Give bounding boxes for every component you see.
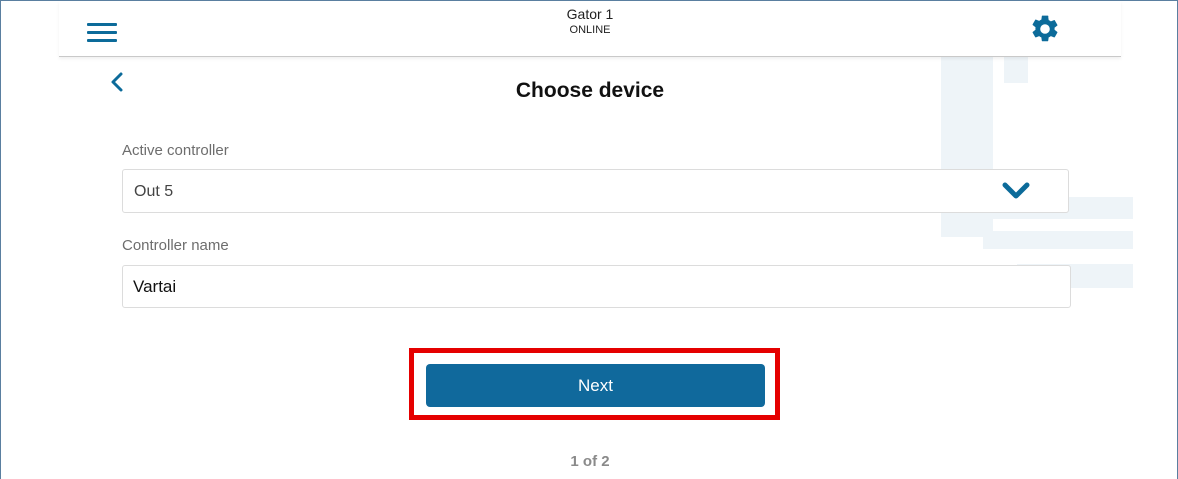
app-window: Gator 1 ONLINE Choose device Active cont…	[0, 0, 1178, 479]
device-name: Gator 1	[566, 6, 614, 22]
chevron-down-icon[interactable]	[1001, 180, 1031, 202]
top-bar: Gator 1 ONLINE	[59, 1, 1121, 57]
controller-name-input[interactable]	[122, 265, 1071, 308]
active-controller-label: Active controller	[122, 142, 229, 159]
device-header: Gator 1 ONLINE	[59, 6, 1121, 37]
step-indicator: 1 of 2	[570, 453, 610, 470]
next-button[interactable]: Next	[426, 364, 765, 407]
active-controller-select[interactable]: Out 5	[122, 169, 1069, 213]
page-title: Choose device	[515, 79, 665, 102]
active-controller-value: Out 5	[134, 183, 174, 200]
controller-name-label: Controller name	[122, 237, 229, 254]
gear-icon[interactable]	[1029, 13, 1061, 45]
device-status: ONLINE	[569, 24, 611, 36]
